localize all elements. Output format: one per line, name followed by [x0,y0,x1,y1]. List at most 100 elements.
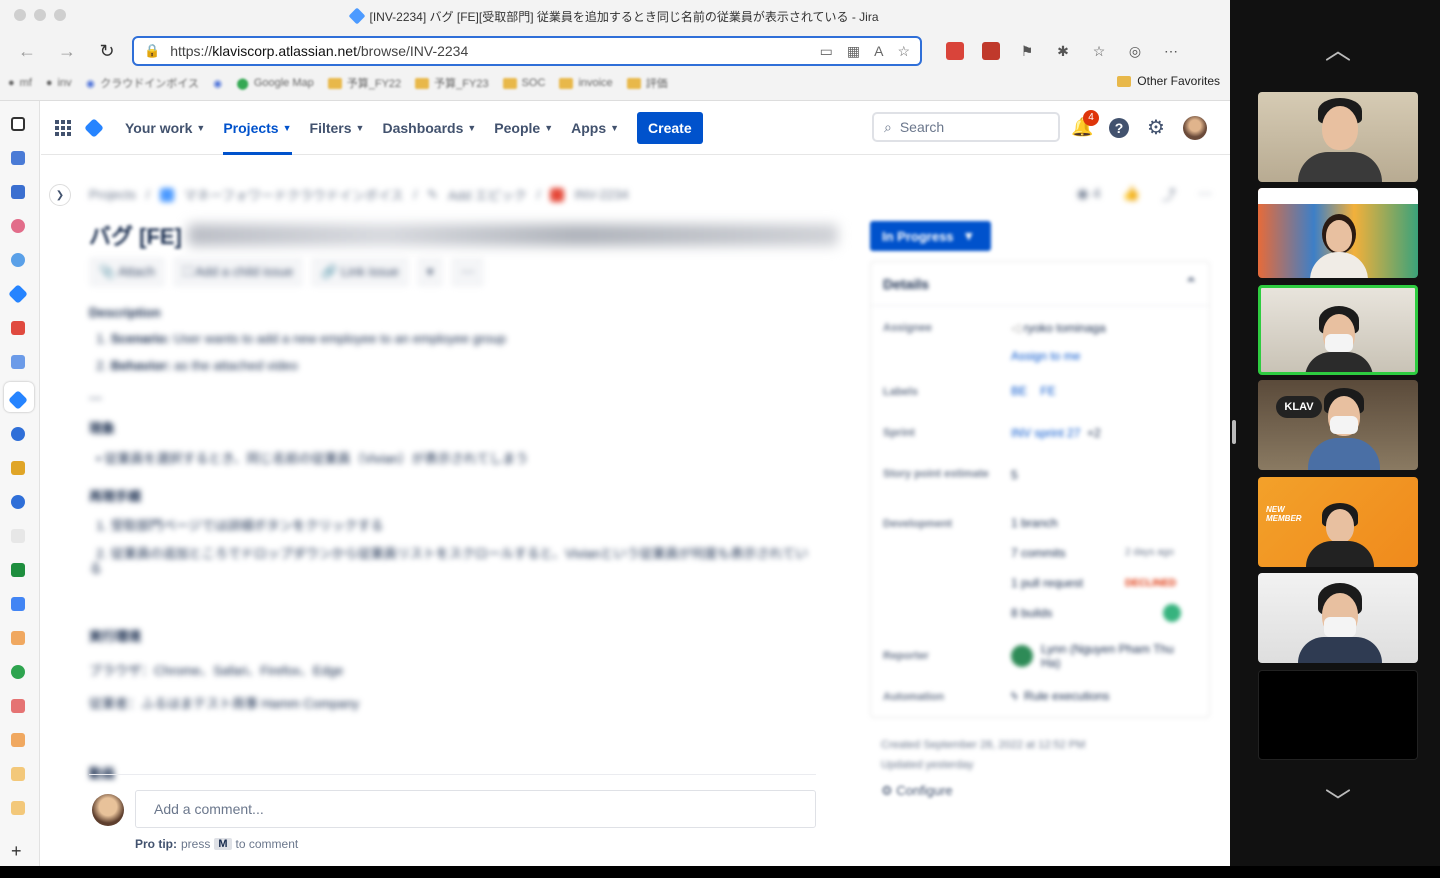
breadcrumb-projects[interactable]: Projects [89,187,136,202]
more-actions-button[interactable]: ⋯ [451,257,485,287]
favorite-item[interactable]: ● mf [8,77,32,89]
url-text[interactable]: https://klaviscorp.atlassian.net/browse/… [170,43,809,59]
app-icon[interactable] [11,665,25,679]
app-icon[interactable] [11,427,25,441]
app-icon[interactable] [11,461,25,475]
breadcrumb-project[interactable]: マネーフォワードクラウドインボイス [184,185,404,204]
link-issue-dropdown[interactable]: ▾ [416,257,444,287]
password-extension-icon[interactable] [982,42,1000,60]
issue-title[interactable]: バグ [FE] [89,219,838,251]
details-header[interactable]: Details ⌃ [871,262,1209,306]
assignee-value[interactable]: ◁ ryoko tominaga [1011,321,1106,335]
favorite-item[interactable]: invoice [559,77,613,89]
app-icon[interactable] [11,253,25,267]
qr-code-icon[interactable]: ▦ [847,43,860,60]
more-menu-icon[interactable]: ⋯ [1162,42,1180,60]
favorite-item[interactable]: ◉ クラウドインボイス [86,75,199,91]
app-icon[interactable] [11,767,25,781]
app-icon[interactable] [11,631,25,645]
favorite-item[interactable]: 評価 [626,75,668,91]
docs-icon[interactable] [11,597,25,611]
breadcrumb-epic[interactable]: Add エピック [448,185,527,204]
configure-button[interactable]: ⚙ Configure [881,783,953,799]
favorite-item[interactable]: 予算_FY23 [415,75,489,91]
minimize-window-button[interactable] [34,9,46,21]
create-button[interactable]: Create [637,111,703,144]
other-favorites[interactable]: Other Favorites [1117,74,1220,88]
bookmark-extension-icon[interactable]: ⚑ [1018,42,1036,60]
read-aloud-icon[interactable]: A [874,43,883,60]
box-icon[interactable] [11,355,25,369]
comment-input[interactable]: Add a comment... [135,790,816,828]
app-available-icon[interactable]: ▭ [820,43,833,60]
builds-link[interactable]: 8 builds [1011,606,1052,620]
search-input[interactable]: ⌕ Search [872,112,1060,142]
nav-apps[interactable]: Apps ▼ [571,101,619,155]
app-icon[interactable] [11,529,25,543]
app-switcher-icon[interactable] [55,119,71,136]
participant-video-tile[interactable] [1258,573,1418,663]
app-icon[interactable] [11,733,25,747]
status-dropdown[interactable]: In Progress ▾ [870,221,991,251]
notifications-bell-icon[interactable]: 🔔 4 [1071,109,1099,139]
app-icon[interactable] [11,495,25,509]
expand-sidebar-button[interactable]: ❯ [49,184,71,206]
nav-people[interactable]: People ▼ [494,101,553,155]
add-child-issue-button[interactable]: ⛶ Add a child issue [172,257,304,287]
nav-filters[interactable]: Filters ▼ [310,101,365,155]
close-window-button[interactable] [14,9,26,21]
app-icon[interactable] [11,219,25,233]
favorite-item[interactable]: 予算_FY22 [327,75,401,91]
sprint-value[interactable]: INV sprint 27 +2 [1011,426,1101,440]
forward-arrow-icon[interactable]: → [52,36,82,66]
jira-icon[interactable] [8,284,28,304]
add-favorite-icon[interactable]: ☆ [897,43,910,60]
app-icon[interactable] [11,801,25,815]
pull-request-link[interactable]: 1 pull request [1011,576,1083,590]
user-avatar[interactable] [1182,115,1207,140]
participant-video-tile-off[interactable] [1258,670,1418,760]
label-chip[interactable]: BE [1011,384,1027,398]
participant-video-tile[interactable]: KLAV [1258,380,1418,470]
link-issue-button[interactable]: 🔗 Link issue [311,257,409,287]
like-thumb-icon[interactable]: 👍 [1123,185,1140,205]
watch-eye-icon[interactable]: ◉ 4 [1077,185,1101,205]
sprint-more[interactable]: +2 [1087,426,1101,440]
sprint-link[interactable]: INV sprint 27 [1011,426,1080,440]
app-icon[interactable] [11,321,25,335]
nav-dashboards[interactable]: Dashboards ▼ [382,101,476,155]
calendar-icon[interactable] [11,185,25,199]
nav-projects[interactable]: Projects ▼ [223,101,292,155]
favorites-icon[interactable]: ☆ [1090,42,1108,60]
favorite-item[interactable]: ● inv [46,77,72,89]
attach-button[interactable]: 📎 Attach [89,257,165,287]
story-points-value[interactable]: 5 [1011,468,1018,482]
sheets-icon[interactable] [11,563,25,577]
tabs-icon[interactable] [11,117,25,131]
jira-logo-icon[interactable] [84,117,104,138]
more-actions-icon[interactable]: ⋯ [1198,185,1212,205]
extensions-puzzle-icon[interactable]: ✱ [1054,42,1072,60]
profile-icon[interactable]: ◎ [1126,42,1144,60]
favorite-item[interactable]: ◉ [213,77,223,90]
participant-video-tile[interactable] [1258,188,1418,278]
app-icon[interactable] [11,699,25,713]
help-icon[interactable]: ? [1109,117,1129,138]
address-bar[interactable]: 🔒 https://klaviscorp.atlassian.net/brows… [132,36,922,66]
label-chip[interactable]: FE [1040,384,1055,398]
nav-your-work[interactable]: Your work ▼ [125,101,205,155]
favorite-item[interactable]: SOC [502,77,545,89]
lock-icon[interactable]: 🔒 [144,43,160,59]
reload-icon[interactable]: ↻ [92,36,122,66]
panel-resize-handle[interactable] [1232,420,1236,444]
maximize-window-button[interactable] [54,9,66,21]
labels-value[interactable]: BE FE [1011,384,1056,398]
scroll-up-arrow-icon[interactable]: ︿ [1325,30,1351,67]
settings-gear-icon[interactable]: ⚙ [1147,115,1165,140]
reporter-value[interactable]: Lynn (Nguyen Pham Thu Ha) [1011,642,1181,670]
rule-executions-link[interactable]: ϟ Rule executions [1011,689,1109,703]
scroll-down-arrow-icon[interactable]: ﹀ [1325,782,1351,819]
assign-to-me-link[interactable]: Assign to me [1011,349,1080,363]
share-icon[interactable]: ⤴ [1162,185,1176,205]
breadcrumb-issue[interactable]: INV-2234 [574,187,628,202]
